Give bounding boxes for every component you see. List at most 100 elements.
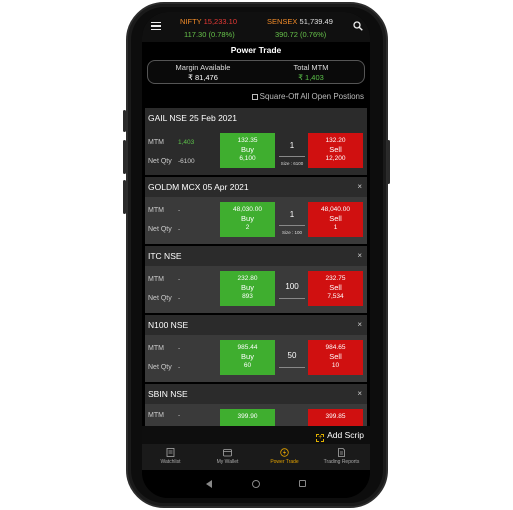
buy-qty: 2: [245, 224, 250, 231]
scrip-card: GOLDM MCX 05 Apr 2021 × MTM - Net Qty - …: [145, 177, 367, 244]
phone-side-button: [123, 180, 126, 214]
buy-button[interactable]: 48,030.00 Buy 2: [220, 202, 275, 237]
sell-button[interactable]: 132.20 Sell 12,200: [308, 133, 363, 168]
netqty-label: Net Qty: [148, 158, 172, 165]
buy-price: 232.80: [237, 275, 258, 282]
sensex-name: SENSEX: [267, 17, 298, 26]
nav-power-trade[interactable]: Power Trade: [256, 448, 313, 465]
mtm-row-label: MTM: [148, 276, 164, 283]
scrip-title: GAIL NSE 25 Feb 2021: [148, 113, 237, 123]
close-icon[interactable]: ×: [357, 389, 362, 398]
sell-button[interactable]: 984.65 Sell 10: [308, 340, 363, 375]
sell-price: 984.65: [325, 344, 346, 351]
home-icon[interactable]: [252, 480, 260, 488]
buy-button[interactable]: 399.90: [220, 409, 275, 426]
mtm-row-value: 1,403: [178, 139, 195, 146]
buy-qty: 60: [243, 362, 252, 369]
sell-button[interactable]: 48,040.00 Sell 1: [308, 202, 363, 237]
quantity-input[interactable]: 50: [279, 351, 305, 360]
square-off-label: Square-Off All Open Postions: [259, 92, 364, 101]
buy-label: Buy: [241, 145, 254, 154]
mtm-row-label: MTM: [148, 345, 164, 352]
nav-watchlist[interactable]: Watchlist: [142, 448, 199, 465]
close-icon[interactable]: ×: [357, 182, 362, 191]
watchlist-icon: [166, 448, 175, 457]
power-trade-icon: [280, 448, 289, 457]
sell-button[interactable]: 232.75 Sell 7,534: [308, 271, 363, 306]
netqty-label: Net Qty: [148, 226, 172, 233]
buy-button[interactable]: 232.80 Buy 893: [220, 271, 275, 306]
mtm-value: ₹ 1,403: [298, 73, 324, 82]
nav-wallet[interactable]: My Wallet: [199, 448, 256, 465]
sell-qty: 1: [333, 224, 338, 231]
phone-side-button: [123, 140, 126, 174]
system-navigation-bar: [142, 470, 370, 498]
netqty-value: -: [178, 295, 181, 302]
close-icon[interactable]: ×: [357, 320, 362, 329]
add-scrip-button[interactable]: + Add Scrip: [316, 430, 364, 442]
buy-button[interactable]: 985.44 Buy 60: [220, 340, 275, 375]
top-bar: NIFTY 15,233.10 117.30 (0.78%) SENSEX 51…: [142, 12, 370, 42]
margin-available: Margin Available ₹ 81,476: [168, 63, 238, 82]
scrip-card: SBIN NSE × MTM - 399.90 399.85: [145, 384, 367, 426]
mtm-row-value: -: [178, 207, 181, 214]
recents-icon[interactable]: [299, 480, 306, 487]
app-screen: NIFTY 15,233.10 117.30 (0.78%) SENSEX 51…: [142, 12, 370, 498]
buy-price: 132.35: [237, 137, 258, 144]
sell-button[interactable]: 399.85: [308, 409, 363, 426]
sell-price: 132.20: [325, 137, 346, 144]
add-scrip-bar: + Add Scrip: [142, 426, 370, 444]
quantity-underline: [279, 156, 305, 157]
nifty-value: 15,233.10: [203, 17, 237, 26]
account-summary: Margin Available ₹ 81,476 Total MTM ₹ 1,…: [147, 60, 365, 84]
quantity-input[interactable]: 1: [279, 210, 305, 219]
mtm-row-label: MTM: [148, 412, 164, 419]
menu-icon[interactable]: [151, 22, 161, 31]
sensex-value: 51,739.49: [299, 17, 333, 26]
nav-label: Power Trade: [270, 459, 299, 465]
sell-qty: 12,200: [325, 155, 346, 162]
nav-trading-reports[interactable]: Trading Reports: [313, 448, 370, 465]
buy-price: 399.90: [237, 413, 258, 420]
quantity-underline: [279, 225, 305, 226]
sell-label: Sell: [329, 283, 342, 292]
scrip-title: GOLDM MCX 05 Apr 2021: [148, 182, 249, 192]
buy-qty: 6,100: [239, 155, 256, 162]
sell-qty: 7,534: [327, 293, 344, 300]
close-icon[interactable]: ×: [357, 251, 362, 260]
netqty-label: Net Qty: [148, 364, 172, 371]
scrip-title: N100 NSE: [148, 320, 189, 330]
quantity-input[interactable]: 100: [279, 282, 305, 291]
margin-label: Margin Available: [175, 63, 231, 72]
square-off-all-button[interactable]: Square-Off All Open Postions: [251, 92, 364, 101]
mtm-row-value: -: [178, 345, 181, 352]
search-icon[interactable]: [353, 21, 363, 31]
netqty-value: -: [178, 226, 181, 233]
quantity-underline: [279, 367, 305, 368]
mtm-row-value: -: [178, 412, 181, 419]
nifty-change: 117.30 (0.78%): [184, 30, 235, 39]
buy-qty: 893: [242, 293, 253, 300]
wallet-icon: [223, 449, 232, 457]
netqty-label: Net Qty: [148, 295, 172, 302]
buy-label: Buy: [241, 214, 254, 223]
mtm-row-value: -: [178, 276, 181, 283]
scrip-title: ITC NSE: [148, 251, 182, 261]
add-icon: +: [316, 434, 325, 442]
total-mtm: Total MTM ₹ 1,403: [276, 63, 346, 82]
scrip-card: GAIL NSE 25 Feb 2021 MTM 1,403 Net Qty -…: [145, 108, 367, 175]
back-icon[interactable]: [206, 480, 212, 488]
netqty-value: -: [178, 364, 181, 371]
sell-label: Sell: [329, 145, 342, 154]
phone-power-button: [387, 140, 390, 184]
quantity-input[interactable]: 1: [279, 141, 305, 150]
nifty-ticker: NIFTY 15,233.10: [180, 17, 237, 26]
mtm-row-label: MTM: [148, 139, 164, 146]
sensex-change: 390.72 (0.76%): [275, 30, 327, 39]
add-scrip-label: Add Scrip: [327, 430, 364, 440]
margin-value: ₹ 81,476: [188, 73, 218, 82]
buy-button[interactable]: 132.35 Buy 6,100: [220, 133, 275, 168]
netqty-value: -6100: [178, 158, 195, 165]
sell-qty: 10: [331, 362, 340, 369]
mtm-label: Total MTM: [293, 63, 329, 72]
